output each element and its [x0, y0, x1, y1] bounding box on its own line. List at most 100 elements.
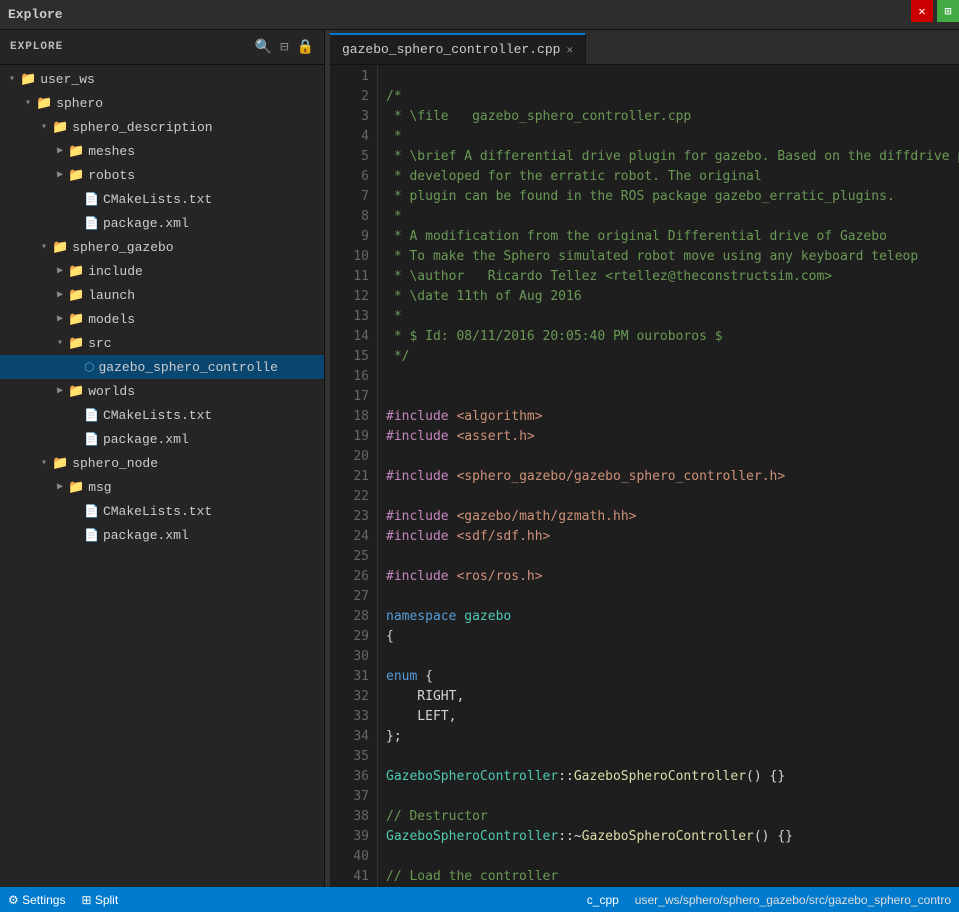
line-number: 24 [330, 527, 369, 547]
code-content[interactable]: /* * \file gazebo_sphero_controller.cpp … [378, 65, 959, 887]
collapse-icon[interactable]: ⊟ [280, 39, 288, 56]
label-launch: launch [88, 288, 135, 303]
code-line: /* [378, 87, 959, 107]
file-icon-package2: 📄 [84, 432, 99, 447]
line-number: 5 [330, 147, 369, 167]
code-line: * \author Ricardo Tellez <rtellez@thecon… [378, 267, 959, 287]
code-line [378, 487, 959, 507]
status-path: user_ws/sphero/sphero_gazebo/src/gazebo_… [635, 893, 951, 907]
tree-item-package2[interactable]: 📄 package.xml [0, 427, 324, 451]
tree-item-sphero-description[interactable]: ▾ 📁 sphero_description [0, 115, 324, 139]
line-number: 11 [330, 267, 369, 287]
arrow-include: ▶ [52, 265, 68, 277]
tree-item-include[interactable]: ▶ 📁 include [0, 259, 324, 283]
status-settings[interactable]: ⚙ Settings [8, 893, 65, 907]
arrow-msg: ▶ [52, 481, 68, 493]
tree-item-src[interactable]: ▾ 📁 src [0, 331, 324, 355]
editor-area: gazebo_sphero_controller.cpp ✕ 1 2 3 4 5… [330, 30, 959, 887]
code-line [378, 747, 959, 767]
code-line: * developed for the erratic robot. The o… [378, 167, 959, 187]
tree-item-worlds[interactable]: ▶ 📁 worlds [0, 379, 324, 403]
lock-icon[interactable]: 🔒 [297, 39, 314, 56]
code-line: LEFT, [378, 707, 959, 727]
code-line [378, 787, 959, 807]
code-line: #include <sdf/sdf.hh> [378, 527, 959, 547]
line-number: 31 [330, 667, 369, 687]
close-icon[interactable]: ✕ [911, 0, 933, 22]
label-gazebo-ctrl: gazebo_sphero_controlle [98, 360, 277, 375]
line-number: 30 [330, 647, 369, 667]
tree-item-robots[interactable]: ▶ 📁 robots [0, 163, 324, 187]
line-number: 25 [330, 547, 369, 567]
tree-item-cmakelists1[interactable]: 📄 CMakeLists.txt [0, 187, 324, 211]
code-line: enum { [378, 667, 959, 687]
label-sphero: sphero [56, 96, 103, 111]
status-split[interactable]: ⊞ Split [81, 893, 118, 907]
tree-item-models[interactable]: ▶ 📁 models [0, 307, 324, 331]
folder-icon-sphero-node: 📁 [52, 456, 68, 471]
code-line: * [378, 207, 959, 227]
code-line: * [378, 307, 959, 327]
arrow-meshes: ▶ [52, 145, 68, 157]
active-tab[interactable]: gazebo_sphero_controller.cpp ✕ [330, 33, 586, 64]
search-icon[interactable]: 🔍 [255, 39, 272, 56]
tree-item-meshes[interactable]: ▶ 📁 meshes [0, 139, 324, 163]
line-number: 8 [330, 207, 369, 227]
arrow-user-ws: ▾ [4, 73, 20, 85]
line-number: 16 [330, 367, 369, 387]
folder-icon-models: 📁 [68, 312, 84, 327]
line-number: 38 [330, 807, 369, 827]
line-number: 27 [330, 587, 369, 607]
code-line [378, 367, 959, 387]
tab-bar: gazebo_sphero_controller.cpp ✕ [330, 30, 959, 65]
code-line: { [378, 627, 959, 647]
line-number: 6 [330, 167, 369, 187]
restore-icon[interactable]: ⊞ [937, 0, 959, 22]
label-msg: msg [88, 480, 111, 495]
tree-item-sphero-gazebo[interactable]: ▾ 📁 sphero_gazebo [0, 235, 324, 259]
tree-item-sphero[interactable]: ▾ 📁 sphero [0, 91, 324, 115]
tree-item-package3[interactable]: 📄 package.xml [0, 523, 324, 547]
label-package1: package.xml [103, 216, 189, 231]
line-number: 1 [330, 67, 369, 87]
code-line: * [378, 127, 959, 147]
file-icon-cmakelists1: 📄 [84, 192, 99, 207]
code-line [378, 647, 959, 667]
line-number: 13 [330, 307, 369, 327]
arrow-src: ▾ [52, 337, 68, 349]
sidebar-header: EXPLORE 🔍 ⊟ 🔒 [0, 30, 324, 65]
line-number: 14 [330, 327, 369, 347]
tree-item-cmakelists2[interactable]: 📄 CMakeLists.txt [0, 403, 324, 427]
label-include: include [88, 264, 143, 279]
line-number: 4 [330, 127, 369, 147]
sidebar-header-actions: 🔍 ⊟ 🔒 [255, 39, 314, 56]
code-line: * \file gazebo_sphero_controller.cpp [378, 107, 959, 127]
status-lang[interactable]: c_cpp [587, 893, 619, 907]
tree-item-msg[interactable]: ▶ 📁 msg [0, 475, 324, 499]
line-number: 22 [330, 487, 369, 507]
line-number: 37 [330, 787, 369, 807]
line-number: 36 [330, 767, 369, 787]
tree-item-cmakelists3[interactable]: 📄 CMakeLists.txt [0, 499, 324, 523]
code-line: // Destructor [378, 807, 959, 827]
tree-item-launch[interactable]: ▶ 📁 launch [0, 283, 324, 307]
line-number: 20 [330, 447, 369, 467]
tree-item-package1[interactable]: 📄 package.xml [0, 211, 324, 235]
tree-item-sphero-node[interactable]: ▾ 📁 sphero_node [0, 451, 324, 475]
line-number: 2 [330, 87, 369, 107]
code-line: namespace gazebo [378, 607, 959, 627]
line-number: 34 [330, 727, 369, 747]
code-line [378, 387, 959, 407]
file-icon-package3: 📄 [84, 528, 99, 543]
tree-item-user-ws[interactable]: ▾ 📁 user_ws [0, 67, 324, 91]
arrow-robots: ▶ [52, 169, 68, 181]
arrow-models: ▶ [52, 313, 68, 325]
title-bar-title: Explore [8, 7, 63, 22]
tree-item-gazebo-sphero-controller[interactable]: ⬡ gazebo_sphero_controlle [0, 355, 324, 379]
label-package3: package.xml [103, 528, 189, 543]
tab-close-button[interactable]: ✕ [566, 43, 573, 57]
code-line: * \date 11th of Aug 2016 [378, 287, 959, 307]
line-number: 35 [330, 747, 369, 767]
file-icon-gazebo-ctrl: ⬡ [84, 360, 94, 375]
code-line: // Load the controller [378, 867, 959, 887]
